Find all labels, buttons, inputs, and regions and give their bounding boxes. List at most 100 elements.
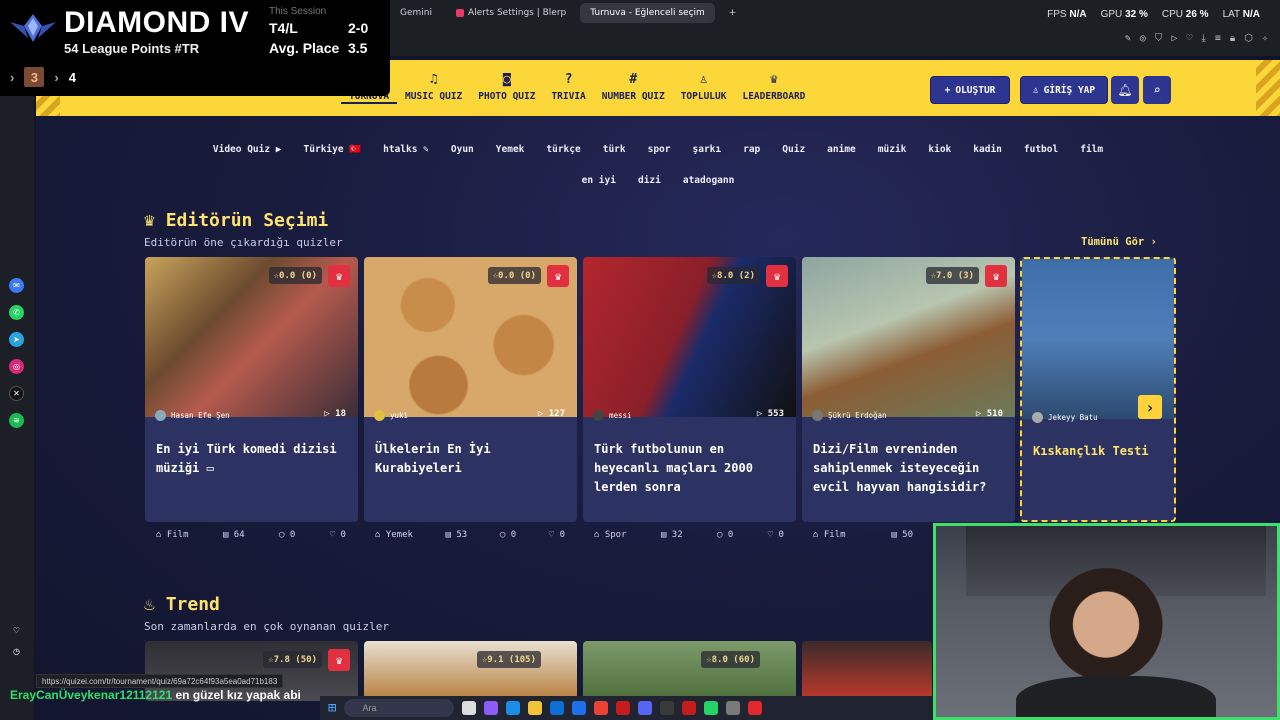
notification-button[interactable]: 🔔︎: [1111, 76, 1139, 104]
like-count[interactable]: ♡ 0: [330, 530, 346, 540]
app-icon[interactable]: [682, 701, 697, 715]
tag-chip[interactable]: film: [1073, 138, 1110, 160]
spotify-icon[interactable]: ≋: [9, 413, 24, 428]
tag-chip[interactable]: dizi: [631, 169, 668, 191]
category-tag[interactable]: ⌂ Yemek: [375, 530, 413, 540]
epic-icon[interactable]: [660, 701, 675, 715]
quiz-title[interactable]: En iyi Türk komedi dizisi müziği ▭: [156, 440, 351, 478]
tag-chip[interactable]: Türkiye 🇹🇷: [297, 138, 369, 160]
tag-chip[interactable]: Yemek: [489, 138, 532, 160]
author[interactable]: Şükrü Erdoğan: [812, 410, 887, 421]
crown-icon: ♛: [766, 265, 788, 287]
outlook-icon[interactable]: [572, 701, 587, 715]
edit-icon[interactable]: ✎: [1125, 33, 1131, 44]
files-icon[interactable]: [462, 701, 477, 715]
nav-leaderboard[interactable]: ♛ LEADERBOARD: [734, 72, 813, 104]
like-count[interactable]: ♡ 0: [768, 530, 784, 540]
download-icon[interactable]: ⤓: [1201, 33, 1205, 44]
quiz-title[interactable]: Türk futbolunun en heyecanlı maçları 200…: [594, 440, 789, 497]
whatsapp-icon[interactable]: [704, 701, 719, 715]
quiz-title[interactable]: Ülkelerin En İyi Kurabiyeleri: [375, 440, 570, 478]
like-count[interactable]: ♡ 0: [549, 530, 565, 540]
tab-blerp[interactable]: Alerts Settings | Blerp: [446, 3, 576, 23]
trend-card[interactable]: ☆9.1 (105): [364, 641, 577, 701]
tag-chip[interactable]: müzik: [871, 138, 914, 160]
opera-icon[interactable]: [616, 701, 631, 715]
nav-trivia[interactable]: ? TRIVIA: [543, 72, 593, 104]
tag-chip[interactable]: türkçe: [539, 138, 587, 160]
extension-icon[interactable]: ⬡: [1244, 33, 1253, 44]
edge-icon[interactable]: [506, 701, 521, 715]
instagram-icon[interactable]: ◎: [9, 359, 24, 374]
trend-card[interactable]: [802, 641, 932, 701]
quiz-card[interactable]: ☆8.0 (2) ♛ messi ▷ 553 Türk futbolunun e…: [583, 257, 796, 522]
nav-number-quiz[interactable]: # NUMBER QUIZ: [594, 72, 673, 104]
quiz-title[interactable]: Kıskançlık Testi: [1033, 442, 1173, 461]
quiz-title[interactable]: Dizi/Film evreninden sahiplenmek isteyec…: [813, 440, 1008, 497]
quiz-card[interactable]: ☆0.0 (0) ♛ Hasan Efe Şen ▷ 18 En iyi Tür…: [145, 257, 358, 522]
author[interactable]: yuki: [374, 410, 408, 421]
whatsapp-icon[interactable]: ✆: [9, 305, 24, 320]
tag-chip[interactable]: şarkı: [686, 138, 729, 160]
tag-chip[interactable]: anime: [820, 138, 863, 160]
next-arrow-button[interactable]: ›: [1138, 395, 1162, 419]
tag-chip[interactable]: spor: [641, 138, 678, 160]
telegram-icon[interactable]: ➤: [9, 332, 24, 347]
quiz-thumbnail: [802, 257, 1015, 417]
clock-icon[interactable]: ◷: [9, 644, 24, 659]
tag-chip[interactable]: en iyi: [575, 169, 623, 191]
nav-photo-quiz[interactable]: ◙ PHOTO QUIZ: [470, 72, 543, 104]
author[interactable]: messi: [593, 410, 632, 421]
messenger-icon[interactable]: ✉: [9, 278, 24, 293]
tag-chip[interactable]: türk: [596, 138, 633, 160]
quiz-card[interactable]: ☆0.0 (0) ♛ yuki ▷ 127 Ülkelerin En İyi K…: [364, 257, 577, 522]
heart-icon[interactable]: ♡: [1186, 33, 1192, 44]
nav-topluluk[interactable]: ♙ TOPLULUK: [673, 72, 735, 104]
tag-chip[interactable]: rap: [736, 138, 767, 160]
tag-chip[interactable]: Video Quiz ▶: [206, 138, 289, 160]
quiz-card[interactable]: ☆7.0 (3) ♛ Şükrü Erdoğan ▷ 510 Dizi/Film…: [802, 257, 1015, 522]
category-tag[interactable]: ⌂ Spor: [594, 530, 627, 540]
nav-music-quiz[interactable]: ♫ MUSIC QUIZ: [397, 72, 470, 104]
lock-icon[interactable]: 🔒︎: [1230, 33, 1235, 44]
create-button[interactable]: + OLUŞTUR: [930, 76, 1010, 104]
tag-chip[interactable]: kadin: [966, 138, 1009, 160]
new-tab-button[interactable]: +: [719, 3, 747, 23]
x-icon[interactable]: ✕: [9, 386, 24, 401]
windows-start-icon[interactable]: ⊞: [328, 700, 336, 716]
search-button[interactable]: ⌕: [1143, 76, 1171, 104]
copilot-icon[interactable]: [484, 701, 499, 715]
shield-icon[interactable]: ⛉: [1155, 33, 1163, 44]
chrome-icon[interactable]: [594, 701, 609, 715]
explorer-icon[interactable]: [528, 701, 543, 715]
ai-icon[interactable]: ✧: [1262, 33, 1268, 44]
tab-gemini[interactable]: Gemini: [390, 3, 442, 23]
category-tag[interactable]: ⌂ Film: [813, 530, 846, 540]
discord-icon[interactable]: [638, 701, 653, 715]
quiz-card[interactable]: Jekeyy Batu › Kıskançlık Testi: [1020, 257, 1176, 522]
trend-card[interactable]: ☆8.0 (60): [583, 641, 796, 701]
category-tag[interactable]: ⌂ Film: [156, 530, 189, 540]
menu-icon[interactable]: ≡: [1215, 33, 1221, 44]
tab-turnuva[interactable]: Turnuva - Eğlenceli seçim: [580, 3, 715, 23]
comment-icon: ◯: [279, 530, 290, 540]
heart-icon[interactable]: ♡: [9, 623, 24, 638]
tag-chip[interactable]: kiok: [921, 138, 958, 160]
tag-chip[interactable]: Quiz: [775, 138, 812, 160]
tag-chip[interactable]: atadogann: [676, 169, 741, 191]
login-button[interactable]: ♙ GİRİŞ YAP: [1020, 76, 1108, 104]
see-all-link[interactable]: Tümünü Gör ›: [1081, 236, 1157, 248]
author[interactable]: Jekeyy Batu: [1032, 412, 1098, 423]
tag-chip[interactable]: futbol: [1017, 138, 1065, 160]
author[interactable]: Hasan Efe Şen: [155, 410, 230, 421]
tag-chip[interactable]: Oyun: [444, 138, 481, 160]
camera-icon[interactable]: ◎: [1140, 33, 1146, 44]
steam-icon[interactable]: [726, 701, 741, 715]
store-icon[interactable]: [550, 701, 565, 715]
tag-chip[interactable]: htalks ✎: [376, 138, 436, 160]
taskbar-search[interactable]: Ara: [344, 699, 455, 717]
opera-gx-icon[interactable]: [748, 701, 763, 715]
play-icon[interactable]: ▷: [1171, 33, 1177, 44]
webcam-overlay: [933, 523, 1280, 720]
rating-badge: ☆8.0 (60): [701, 651, 760, 668]
